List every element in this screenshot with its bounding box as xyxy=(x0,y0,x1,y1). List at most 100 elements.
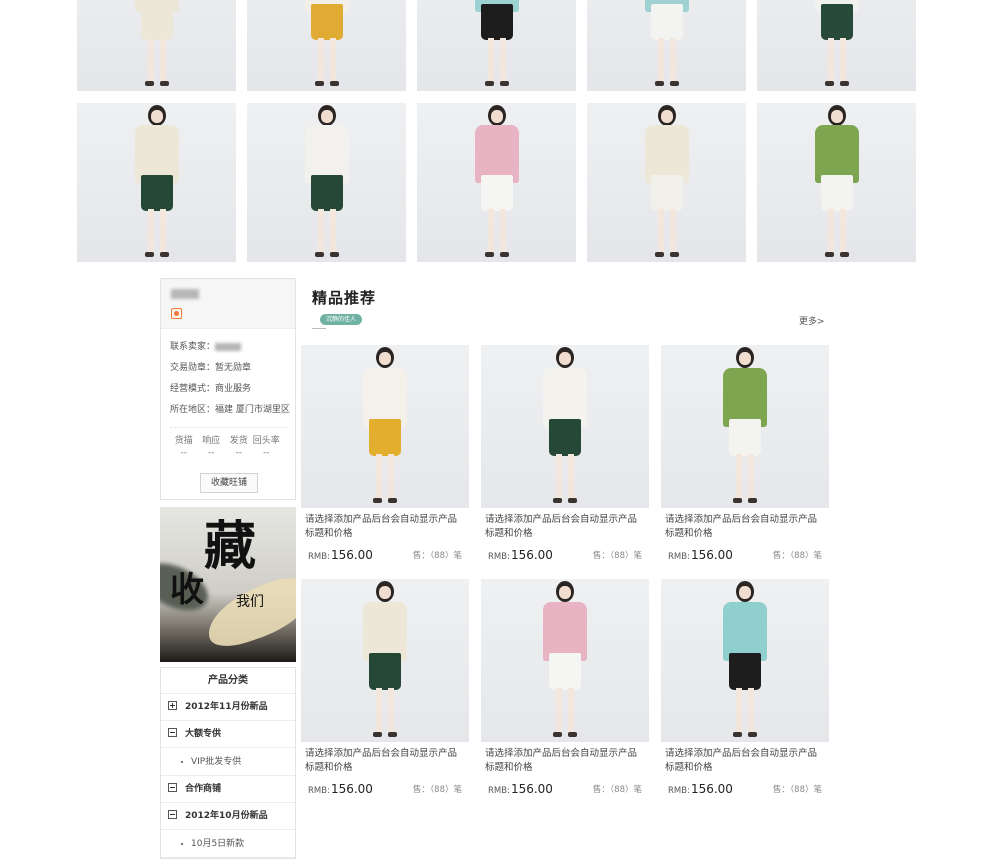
banner-text-women: 我们 xyxy=(236,594,264,610)
shop-info-header xyxy=(161,279,295,329)
product-photo[interactable] xyxy=(661,345,829,508)
gallery-photo[interactable] xyxy=(247,0,406,91)
shop-sidebar: 联系卖家： 交易勋章：暂无勋章 经营模式：商业服务 所在地区：福建 厦门市湖里区… xyxy=(160,278,296,859)
product-card[interactable]: 请选择添加产品后台会自动显示产品标题和价格 RMB:156.00 售：（88）笔 xyxy=(661,345,829,562)
shop-name-blurred xyxy=(171,289,199,299)
product-title[interactable]: 请选择添加产品后台会自动显示产品标题和价格 xyxy=(485,747,645,775)
price-value: 156.00 xyxy=(330,548,373,562)
contact-seller-label: 联系卖家： xyxy=(170,342,216,352)
sold-count: 售：（88）笔 xyxy=(592,551,642,561)
gallery-photo[interactable] xyxy=(247,103,406,262)
category-label: 2012年10月份新品 xyxy=(185,811,268,821)
gallery-photo[interactable] xyxy=(417,103,576,262)
shop-ratings: 货描 -- 响应 -- 发货 -- 回头率 -- xyxy=(170,427,288,459)
gallery-row-2 xyxy=(77,103,916,262)
model-figure xyxy=(705,579,785,742)
shop-info-box: 联系卖家： 交易勋章：暂无勋章 经营模式：商业服务 所在地区：福建 厦门市湖里区… xyxy=(160,278,296,500)
medal-line: 交易勋章：暂无勋章 xyxy=(170,363,252,373)
collapse-icon[interactable] xyxy=(168,810,177,819)
model-figure xyxy=(457,0,537,91)
category-subitem[interactable]: 10月5日新款 xyxy=(161,830,295,858)
favorite-shop-button[interactable]: 收藏旺铺 xyxy=(200,473,258,493)
banner-char-cang: 藏 xyxy=(204,516,257,577)
price-value: 156.00 xyxy=(690,548,733,562)
price-value: 156.00 xyxy=(510,548,553,562)
product-photo[interactable] xyxy=(481,345,649,508)
model-figure xyxy=(797,103,877,262)
category-label: 合作商铺 xyxy=(185,784,222,794)
category-group[interactable]: 合作商铺 xyxy=(161,776,295,803)
currency-label: RMB: xyxy=(488,786,510,796)
model-figure xyxy=(525,579,605,742)
favorite-us-banner[interactable]: 藏 收 我们 xyxy=(160,507,296,662)
expand-icon[interactable] xyxy=(168,701,177,710)
product-card[interactable]: 请选择添加产品后台会自动显示产品标题和价格 RMB:156.00 售：（88）笔 xyxy=(481,579,649,796)
currency-label: RMB: xyxy=(668,552,690,562)
product-photo[interactable] xyxy=(301,579,469,742)
category-label: VIP批发专供 xyxy=(191,757,242,767)
rating-shipping: 发货 -- xyxy=(229,436,248,458)
recommend-title: 精品推荐 xyxy=(312,289,377,307)
bullet-icon xyxy=(181,760,183,763)
business-mode-line: 经营模式：商业服务 xyxy=(170,384,252,394)
sold-count: 售：（88）笔 xyxy=(412,785,462,795)
product-photo[interactable] xyxy=(661,579,829,742)
gallery-photo[interactable] xyxy=(587,103,746,262)
category-subitem[interactable]: VIP批发专供 xyxy=(161,748,295,776)
shop-info-lines: 联系卖家： 交易勋章：暂无勋章 经营模式：商业服务 所在地区：福建 厦门市湖里区 xyxy=(161,329,295,421)
product-photo[interactable] xyxy=(301,345,469,508)
model-figure xyxy=(797,0,877,91)
gallery-photo[interactable] xyxy=(757,103,916,262)
product-title[interactable]: 请选择添加产品后台会自动显示产品标题和价格 xyxy=(665,747,825,775)
model-figure xyxy=(525,345,605,508)
gallery-row-1 xyxy=(77,0,916,91)
product-title[interactable]: 请选择添加产品后台会自动显示产品标题和价格 xyxy=(305,513,465,541)
category-label: 10月5日新款 xyxy=(191,839,245,849)
contact-seller-line: 联系卖家： xyxy=(170,337,295,358)
banner-leaf xyxy=(198,571,296,653)
currency-label: RMB: xyxy=(308,552,330,562)
product-card[interactable]: 请选择添加产品后台会自动显示产品标题和价格 RMB:156.00 售：（88）笔 xyxy=(301,345,469,562)
model-figure xyxy=(117,103,197,262)
category-list: 2012年11月份新品大额专供 VIP批发专供合作商铺 2012年10月份新品 10月… xyxy=(161,694,295,858)
price-value: 156.00 xyxy=(690,782,733,796)
model-figure xyxy=(287,0,367,91)
product-photo[interactable] xyxy=(481,579,649,742)
bullet-icon xyxy=(181,842,183,845)
gallery-photo[interactable] xyxy=(587,0,746,91)
category-label: 2012年11月份新品 xyxy=(185,702,268,712)
collapse-icon[interactable] xyxy=(168,728,177,737)
gallery-photo[interactable] xyxy=(77,103,236,262)
product-title[interactable]: 请选择添加产品后台会自动显示产品标题和价格 xyxy=(485,513,645,541)
gallery-photo[interactable] xyxy=(417,0,576,91)
seller-name-blurred[interactable] xyxy=(215,342,242,351)
currency-label: RMB: xyxy=(488,552,510,562)
model-figure xyxy=(117,0,197,91)
category-group[interactable]: 2012年11月份新品 xyxy=(161,694,295,721)
product-categories: 产品分类 2012年11月份新品 大额专供 VIP批发专供 合作商铺 2012年10月份… xyxy=(160,667,296,859)
recommend-tag: 沉静的佳人 xyxy=(320,314,362,325)
recommend-divider xyxy=(312,328,326,329)
more-link[interactable]: 更多> xyxy=(799,314,825,327)
product-title[interactable]: 请选择添加产品后台会自动显示产品标题和价格 xyxy=(665,513,825,541)
product-card[interactable]: 请选择添加产品后台会自动显示产品标题和价格 RMB:156.00 售：（88）笔 xyxy=(661,579,829,796)
product-title[interactable]: 请选择添加产品后台会自动显示产品标题和价格 xyxy=(305,747,465,775)
banner-char-shou: 收 xyxy=(170,570,204,610)
sold-count: 售：（88）笔 xyxy=(772,785,822,795)
sold-count: 售：（88）笔 xyxy=(772,551,822,561)
product-card[interactable]: 请选择添加产品后台会自动显示产品标题和价格 RMB:156.00 售：（88）笔 xyxy=(301,579,469,796)
sold-count: 售：（88）笔 xyxy=(412,551,462,561)
currency-label: RMB: xyxy=(308,786,330,796)
gallery-photo[interactable] xyxy=(77,0,236,91)
collapse-icon[interactable] xyxy=(168,783,177,792)
wangwang-chat-icon[interactable] xyxy=(171,308,182,319)
category-group[interactable]: 大额专供 xyxy=(161,721,295,748)
category-group[interactable]: 2012年10月份新品 xyxy=(161,803,295,830)
model-figure xyxy=(705,345,785,508)
model-figure xyxy=(345,579,425,742)
model-figure xyxy=(287,103,367,262)
product-card[interactable]: 请选择添加产品后台会自动显示产品标题和价格 RMB:156.00 售：（88）笔 xyxy=(481,345,649,562)
rating-repeat-rate: 回头率 -- xyxy=(252,436,280,458)
model-figure xyxy=(627,0,707,91)
gallery-photo[interactable] xyxy=(757,0,916,91)
